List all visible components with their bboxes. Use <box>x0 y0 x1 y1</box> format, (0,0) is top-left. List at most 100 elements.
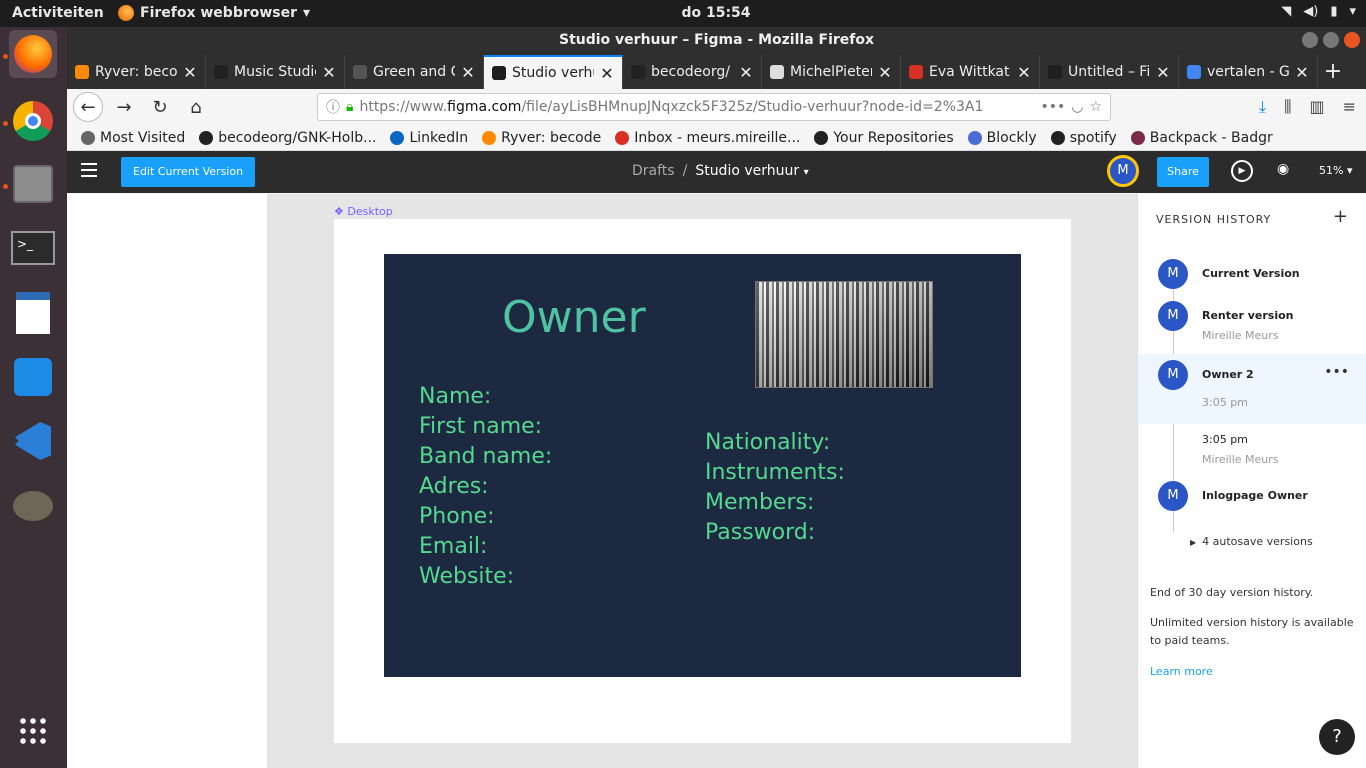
edit-current-version-button[interactable]: Edit Current Version <box>121 157 256 187</box>
tab-4[interactable]: becodeorg/ ✕ <box>623 55 762 89</box>
tab-0[interactable]: Ryver: becode ✕ <box>67 55 206 89</box>
bookmark-item[interactable]: Inbox - meurs.mireille... <box>615 130 800 146</box>
tab-5[interactable]: MichelPieters. ✕ <box>762 55 901 89</box>
bookmark-star-icon[interactable]: ☆ <box>1089 99 1102 115</box>
crumb-file-name[interactable]: Studio verhuur ▾ <box>695 163 808 179</box>
tab-close-icon[interactable]: ✕ <box>1295 63 1309 82</box>
files-launcher[interactable] <box>9 160 57 208</box>
minimize-button[interactable] <box>1302 32 1318 48</box>
desktop-frame[interactable]: Owner Name: First name: Band name: Adres: Ph… <box>334 219 1071 743</box>
tab-close-icon[interactable]: ✕ <box>183 63 197 82</box>
version-avatar: M <box>1158 301 1188 331</box>
version-inlogpage-owner[interactable]: M Inlogpage Owner <box>1138 480 1366 516</box>
document-icon <box>16 292 50 334</box>
tab-close-icon[interactable]: ✕ <box>461 63 475 82</box>
present-play-icon[interactable]: ▶ <box>1231 160 1253 182</box>
tab-8[interactable]: vertalen - Go ✕ <box>1179 55 1318 89</box>
tab-7[interactable]: Untitled – Fi ✕ <box>1040 55 1179 89</box>
tab-1[interactable]: Music Studio ✕ <box>206 55 345 89</box>
chevron-down-icon: ▾ <box>1349 4 1356 19</box>
terminal-launcher[interactable]: >_ <box>9 224 57 272</box>
chrome-launcher[interactable] <box>9 97 57 145</box>
tab-strip: Ryver: becode✕Music Studio✕Green and C✕S… <box>67 55 1366 89</box>
bookmark-favicon-icon <box>199 130 214 145</box>
version-avatar: M <box>1158 360 1188 390</box>
url-prefix: https://www. <box>359 99 448 115</box>
sidebar-icon[interactable]: ▥ <box>1309 97 1324 117</box>
download-icon[interactable]: ⤓ <box>1259 97 1266 117</box>
library-icon[interactable]: ⫼ <box>1284 97 1291 117</box>
field-label: Members: <box>705 490 815 515</box>
more-options-icon[interactable]: ••• <box>1324 364 1349 380</box>
tab-3[interactable]: Studio verhuur ✕ <box>484 55 623 89</box>
learn-more-link[interactable]: Learn more <box>1150 665 1213 678</box>
bookmark-item[interactable]: Ryver: becode <box>482 130 601 146</box>
navigation-toolbar: ← → ↻ ⌂ ⓘ 🔒︎ https://www.figma.com/file/… <box>67 89 1366 125</box>
bookmark-item[interactable]: becodeorg/GNK-Holb... <box>199 130 376 146</box>
bookmark-label: Inbox - meurs.mireille... <box>634 129 801 146</box>
reload-button[interactable]: ↻ <box>145 92 175 122</box>
tab-close-icon[interactable]: ✕ <box>322 63 336 82</box>
page-actions-icon[interactable]: ••• <box>1040 99 1065 115</box>
app-launcher-blue[interactable] <box>9 353 57 401</box>
help-button[interactable]: ? <box>1319 719 1355 755</box>
avatar[interactable]: M <box>1107 155 1139 187</box>
version-renter[interactable]: M Renter version Mireille Meurs <box>1138 300 1366 350</box>
new-tab-button[interactable]: + <box>1318 55 1348 89</box>
bookmark-item[interactable]: spotify <box>1050 130 1117 146</box>
tab-2[interactable]: Green and C ✕ <box>345 55 484 89</box>
field-label: Name: <box>419 384 492 409</box>
tab-close-icon[interactable]: ✕ <box>600 64 614 83</box>
bookmark-item[interactable]: Most Visited <box>81 130 185 146</box>
zoom-menu[interactable]: 51% ▾ <box>1319 164 1352 177</box>
owner-card[interactable]: Owner Name: First name: Band name: Adres: Ph… <box>384 254 1021 677</box>
clock[interactable]: do 15:54 <box>0 5 1366 21</box>
maximize-button[interactable] <box>1323 32 1339 48</box>
bookmark-favicon-icon <box>814 130 829 145</box>
back-button[interactable]: ← <box>73 92 103 122</box>
terminal-icon: >_ <box>11 231 55 265</box>
field-label: Nationality: <box>705 430 831 455</box>
forward-button[interactable]: → <box>109 92 139 122</box>
menu-icon[interactable]: ≡ <box>1343 97 1356 117</box>
field-label: Instruments: <box>705 460 845 485</box>
bookmark-item[interactable]: Blockly <box>967 130 1037 146</box>
tab-close-icon[interactable]: ✕ <box>878 63 892 82</box>
autosave-versions-toggle[interactable]: ▶ 4 autosave versions <box>1190 535 1313 548</box>
field-label: Band name: <box>419 444 553 469</box>
tab-favicon-icon <box>214 65 228 79</box>
bookmark-label: Ryver: becode <box>501 129 602 146</box>
hamburger-menu-icon[interactable] <box>81 163 97 181</box>
tab-close-icon[interactable]: ✕ <box>739 63 753 82</box>
bookmark-item[interactable]: Backpack - Badgr <box>1130 130 1273 146</box>
gimp-launcher[interactable] <box>9 482 57 530</box>
version-current[interactable]: M Current Version <box>1138 258 1366 298</box>
frame-label[interactable]: ❖ Desktop <box>334 205 393 218</box>
tab-label: becodeorg/ <box>651 64 730 80</box>
add-version-icon[interactable]: + <box>1333 206 1348 227</box>
home-button[interactable]: ⌂ <box>181 92 211 122</box>
pocket-icon[interactable]: ◡ <box>1071 99 1083 115</box>
tab-label: Ryver: becode <box>95 64 177 80</box>
url-bar[interactable]: ⓘ 🔒︎ https://www.figma.com/file/ayLisBHM… <box>317 93 1111 121</box>
figma-canvas[interactable]: ❖ Desktop Owner Name: First name: Band nam… <box>67 194 1137 768</box>
bookmark-item[interactable]: Your Repositories <box>814 130 954 146</box>
bookmark-item[interactable]: LinkedIn <box>390 130 468 146</box>
vscode-launcher[interactable] <box>9 417 57 465</box>
version-owner-2[interactable]: M Owner 2 ••• 3:05 pm <box>1138 354 1366 424</box>
close-button[interactable] <box>1344 32 1360 48</box>
tab-6[interactable]: Eva Wittkat ✕ <box>901 55 1040 89</box>
version-autosave-305[interactable]: 3:05 pm Mireille Meurs <box>1138 430 1366 470</box>
tab-close-icon[interactable]: ✕ <box>1017 63 1031 82</box>
eye-icon[interactable]: ◉ <box>1277 161 1289 177</box>
tab-close-icon[interactable]: ✕ <box>1156 63 1170 82</box>
writer-launcher[interactable] <box>9 289 57 337</box>
share-button[interactable]: Share <box>1157 157 1209 187</box>
tab-label: Eva Wittkat <box>929 64 1010 80</box>
tab-label: Green and C <box>373 64 455 80</box>
show-applications-button[interactable] <box>9 707 57 755</box>
firefox-launcher[interactable] <box>9 30 57 78</box>
system-tray[interactable]: ◥ ◀) ▮ ▾ <box>1281 4 1356 19</box>
tab-favicon-icon <box>75 65 89 79</box>
crumb-drafts[interactable]: Drafts <box>632 163 675 179</box>
